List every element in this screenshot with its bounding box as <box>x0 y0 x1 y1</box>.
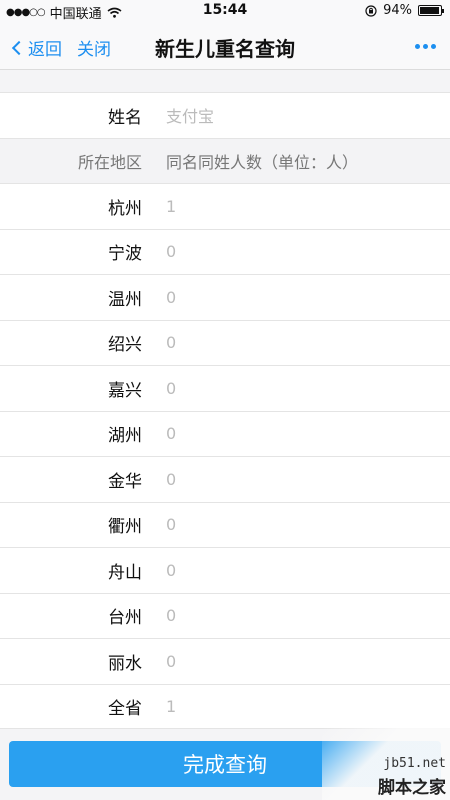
table-row: 宁波 0 <box>0 228 450 274</box>
table-row: 湖州 0 <box>0 410 450 456</box>
region-name: 衢州 <box>108 517 142 538</box>
region-count: 0 <box>166 606 177 626</box>
more-dots-icon[interactable] <box>415 44 436 49</box>
region-name: 湖州 <box>108 426 142 447</box>
count-column-header: 同名同姓人数（单位：人） <box>166 152 359 172</box>
table-row: 温州 0 <box>0 274 450 320</box>
status-right: 94% <box>365 3 444 18</box>
table-row: 台州 0 <box>0 592 450 638</box>
table-row: 金华 0 <box>0 456 450 502</box>
region-name: 温州 <box>108 289 142 310</box>
region-count: 0 <box>166 333 177 353</box>
region-count: 1 <box>166 196 177 216</box>
watermark-url: jb51.net <box>383 756 446 771</box>
region-name: 杭州 <box>108 198 142 219</box>
region-name: 金华 <box>108 471 142 492</box>
battery-percent: 94% <box>383 3 412 18</box>
battery-fill <box>420 7 439 14</box>
region-column-header: 所在地区 <box>77 152 142 172</box>
table-row: 丽水 0 <box>0 638 450 684</box>
name-label: 姓名 <box>108 107 142 128</box>
region-count: 0 <box>166 515 177 535</box>
table-row: 绍兴 0 <box>0 319 450 365</box>
region-name: 全省 <box>108 698 142 719</box>
watermark-brand: 脚本之家 <box>378 778 446 798</box>
table-row: 杭州 1 <box>0 183 450 229</box>
region-name: 嘉兴 <box>108 380 142 401</box>
table-row: 全省 1 <box>0 683 450 729</box>
more-dot <box>415 44 420 49</box>
battery-icon <box>418 5 444 16</box>
region-name: 绍兴 <box>108 335 142 356</box>
lock-rotation-icon <box>365 4 377 17</box>
region-name: 丽水 <box>108 653 142 674</box>
region-list: 杭州 1 宁波 0 温州 0 绍兴 0 嘉兴 0 湖州 0 金华 0 衢州 0 舟山 0 台州 0 丽水 0 全省 1 <box>0 183 450 729</box>
region-count: 0 <box>166 287 177 307</box>
name-row[interactable]: 姓名 支付宝 <box>0 92 450 138</box>
table-header-row: 所在地区 同名同姓人数（单位：人） <box>0 137 450 183</box>
region-name: 台州 <box>108 608 142 629</box>
table-row: 舟山 0 <box>0 547 450 593</box>
region-count: 0 <box>166 651 177 671</box>
region-count: 0 <box>166 424 177 444</box>
page-title: 新生儿重名查询 <box>155 37 295 61</box>
nav-bar: 返回 关闭 新生儿重名查询 <box>0 22 450 70</box>
more-dot <box>431 44 436 49</box>
region-count: 0 <box>166 469 177 489</box>
table-row: 嘉兴 0 <box>0 365 450 411</box>
region-count: 0 <box>166 560 177 580</box>
name-input[interactable]: 支付宝 <box>166 103 214 127</box>
query-form: 姓名 支付宝 所在地区 同名同姓人数（单位：人） 杭州 1 宁波 0 温州 0 绍兴 0 嘉兴 0… <box>0 92 450 729</box>
table-row: 衢州 0 <box>0 501 450 547</box>
region-name: 舟山 <box>108 562 142 583</box>
region-count: 1 <box>166 696 177 716</box>
region-count: 0 <box>166 242 177 262</box>
region-count: 0 <box>166 378 177 398</box>
more-dot <box>423 44 428 49</box>
status-bar: ●●●○○ 中国联通 15:44 94% <box>0 0 450 22</box>
region-name: 宁波 <box>108 244 142 265</box>
